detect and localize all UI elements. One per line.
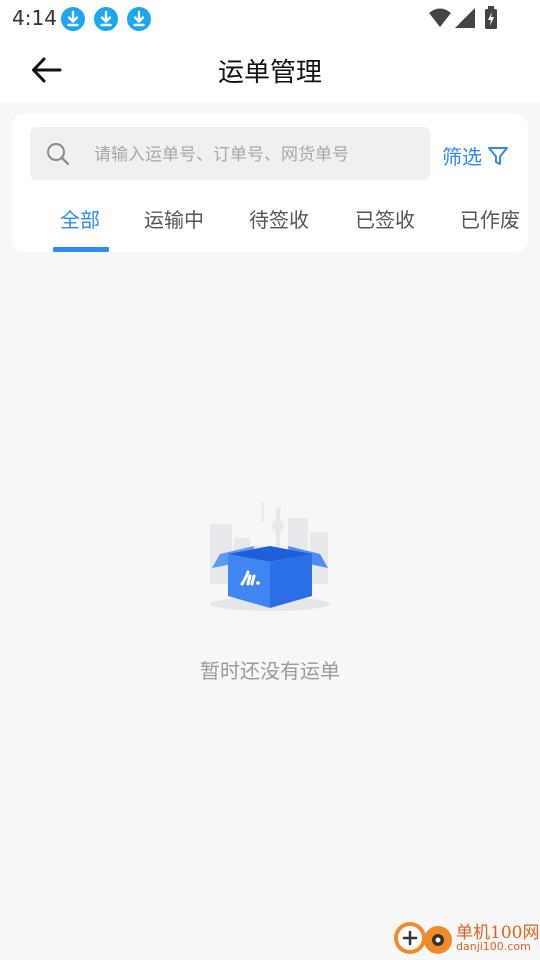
watermark-logo — [394, 922, 452, 954]
filter-card: 筛选 全部 运输中 待签收 已签收 已作废 — [12, 114, 528, 252]
filter-label: 筛选 — [442, 144, 482, 169]
empty-state-message: 暂时还没有运单 — [200, 659, 340, 683]
page-title: 运单管理 — [217, 58, 322, 88]
watermark-url: danji100.com — [456, 940, 531, 953]
download-icon — [127, 7, 151, 31]
tab-in-transit[interactable]: 运输中 — [144, 204, 204, 233]
status-bar: 4:14 — [0, 0, 540, 36]
watermark: 单机100网 danji100.com — [388, 912, 540, 960]
status-time: 4:14 — [12, 6, 57, 30]
tab-signed[interactable]: 已签收 — [355, 204, 415, 233]
battery-charging-icon — [484, 6, 498, 34]
active-tab-indicator — [53, 247, 109, 252]
search-icon — [46, 142, 70, 170]
download-icon — [94, 7, 118, 31]
signal-icon — [454, 7, 476, 33]
tab-pending-signature[interactable]: 待签收 — [249, 204, 309, 233]
wifi-icon — [428, 7, 452, 33]
filter-button[interactable]: 筛选 — [442, 140, 509, 170]
search-box[interactable] — [30, 127, 430, 180]
empty-box-icon — [200, 496, 340, 616]
app-header: 运单管理 — [0, 36, 540, 102]
tab-voided[interactable]: 已作废 — [460, 204, 520, 233]
search-input[interactable] — [92, 140, 426, 170]
download-icon — [61, 7, 85, 31]
tab-all[interactable]: 全部 — [60, 204, 100, 233]
funnel-icon — [488, 147, 508, 165]
